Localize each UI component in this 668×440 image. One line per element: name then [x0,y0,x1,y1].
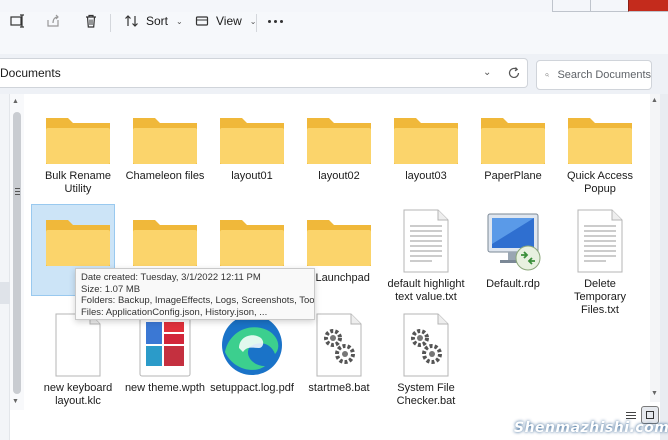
item-tooltip: Date created: Tuesday, 3/1/2022 12:11 PM… [75,268,315,320]
sort-icon [125,15,138,27]
remote-desktop-icon [487,213,541,271]
tooltip-folders: Folders: Backup, ImageEffects, Logs, Scr… [81,295,315,306]
file-label: startme8.bat [308,382,370,394]
file-item[interactable] [209,216,295,272]
file-item[interactable]: new keyboard layout.klc [35,312,121,408]
scroll-grip-icon [13,186,21,196]
file-item[interactable]: Quick Access Popup [557,114,643,196]
folder-icon [220,220,284,266]
minimize-button[interactable] [552,0,590,12]
search-placeholder: Search Documents [557,69,651,81]
folder-icon [133,118,197,164]
tooltip-date-created: Date created: Tuesday, 3/1/2022 12:11 PM [81,272,261,283]
folder-icon [481,118,545,164]
theme-file-icon [139,313,191,377]
batch-file-icon [403,313,449,377]
folder-icon [394,118,458,164]
sort-label: Sort [146,14,169,28]
file-label: Delete Temporary Files.txt [574,278,626,316]
folder-icon [220,118,284,164]
delete-icon[interactable] [80,10,102,32]
batch-file-icon [316,313,362,377]
toolbar-separator [110,14,111,32]
scroll-up-arrow[interactable]: ▲ [651,97,658,104]
file-label: Default.rdp [486,278,540,290]
scroll-down-arrow[interactable]: ▼ [12,398,19,405]
view-label: View [216,14,242,28]
file-item[interactable] [122,216,208,272]
file-item[interactable]: Delete Temporary Files.txt [557,208,643,317]
file-item[interactable]: System File Checker.bat [383,312,469,408]
folder-icon [307,220,371,266]
maximize-button[interactable] [590,0,628,12]
file-item[interactable]: Bulk Rename Utility [35,114,121,196]
file-item[interactable]: Default.rdp [470,208,556,291]
view-button[interactable]: View ⌄ [194,10,257,32]
file-label: new keyboard layout.klc [43,382,113,407]
file-label: Quick Access Popup [566,170,634,195]
edge-browser-icon [222,315,282,375]
close-button[interactable] [628,0,668,12]
tooltip-size: Size: 1.07 MB [81,283,141,295]
text-file-icon [577,209,623,273]
chevron-down-icon[interactable]: ⌄ [483,67,491,78]
file-item[interactable]: layout03 [383,114,469,183]
file-label: layout01 [231,170,273,182]
folder-icon [46,118,110,164]
file-label: setuppact.log.pdf [210,382,294,394]
address-bar[interactable]: Documents ⌄ [0,58,528,88]
chevron-down-icon: ⌄ [176,16,183,26]
address-path: Documents [0,66,61,80]
toolbar-separator [256,14,257,32]
file-label: new theme.wpth [124,382,206,394]
folder-icon [46,220,110,266]
sort-button[interactable]: Sort ⌄ [124,10,183,32]
file-label: Bulk Rename Utility [44,170,112,195]
rename-icon[interactable] [6,10,28,32]
search-icon [545,73,550,77]
folder-icon [307,118,371,164]
file-label: layout03 [405,170,447,182]
navigation-scroll-thumb[interactable] [13,112,21,394]
share-icon[interactable] [42,10,64,32]
text-file-icon [403,209,449,273]
scroll-down-arrow[interactable]: ▼ [651,390,658,397]
file-item[interactable]: setuppact.log.pdf [209,312,295,395]
tooltip-files: Files: ApplicationConfig.json, History.j… [81,306,268,318]
view-icon [195,16,209,26]
file-label: PaperPlane [484,170,542,182]
file-item[interactable]: new theme.wpth [122,312,208,395]
file-item[interactable]: PaperPlane [470,114,556,183]
search-input[interactable]: Search Documents [536,60,652,90]
file-label: Chameleon files [125,170,205,182]
navigation-selected-item[interactable] [0,282,10,304]
scroll-up-arrow[interactable]: ▲ [12,98,19,105]
window-edge [660,94,668,440]
more-options-icon[interactable] [268,20,283,23]
file-view-scrollbar[interactable] [650,94,660,402]
file-item[interactable]: layout01 [209,114,295,183]
blank-file-icon [55,313,101,377]
navigation-pane [0,94,10,440]
file-item[interactable]: Chameleon files [122,114,208,183]
folder-icon [133,220,197,266]
folder-icon [568,118,632,164]
file-item[interactable]: layout02 [296,114,382,183]
file-label: layout02 [318,170,360,182]
file-item[interactable]: startme8.bat [296,312,382,395]
refresh-icon[interactable] [506,65,522,81]
watermark-text: Shenmazhishi.com [514,420,668,436]
file-item[interactable]: default highlight text value.txt [383,208,469,304]
file-label: default highlight text value.txt [387,278,465,303]
file-label: System File Checker.bat [396,382,456,407]
